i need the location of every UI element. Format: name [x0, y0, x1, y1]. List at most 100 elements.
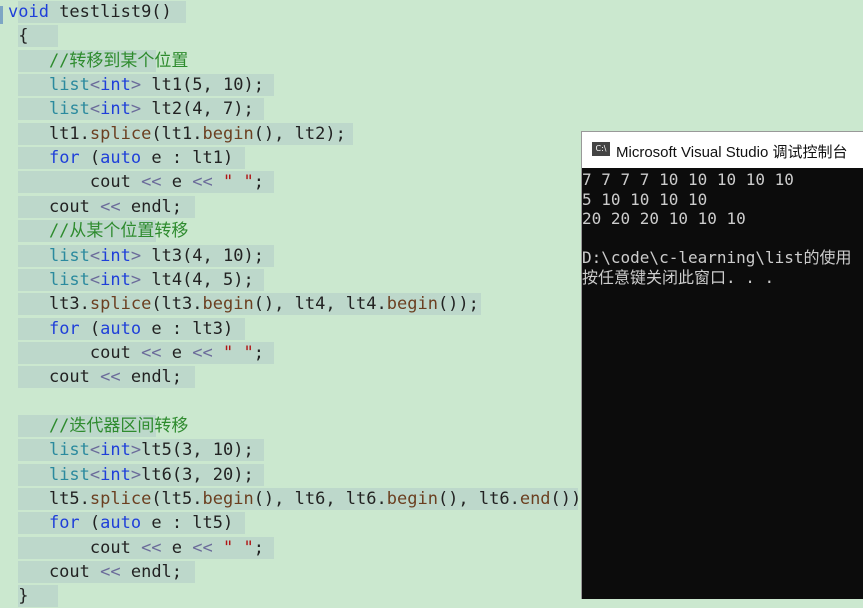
code-line[interactable]: list<int> lt3(4, 10); [8, 244, 264, 268]
code-token: << [100, 196, 121, 217]
code-token: list [48, 99, 90, 120]
code-token: lt1. [8, 123, 90, 144]
code-token: end [519, 489, 551, 509]
code-line[interactable]: cout << endl; [8, 365, 182, 389]
code-line[interactable]: cout << e << " "; [8, 341, 264, 365]
console-app-icon: C:\ [592, 142, 610, 156]
code-line[interactable]: list<int> lt2(4, 7); [8, 97, 254, 121]
code-token: e [161, 537, 193, 558]
code-token: << [141, 172, 162, 193]
code-token: (lt3. [151, 294, 203, 315]
code-token: > [130, 440, 142, 461]
code-token: int [100, 99, 131, 120]
code-line[interactable]: //迭代器区间转移 [8, 414, 188, 438]
code-token: for [48, 513, 80, 534]
code-token: (lt1. [151, 123, 203, 144]
debug-console-window[interactable]: C:\ Microsoft Visual Studio 调试控制台 7 7 7 … [581, 131, 863, 599]
console-output-line: D:\code\c-learning\list的使用 [582, 248, 852, 268]
code-token: int [100, 464, 131, 485]
code-token: { [8, 26, 29, 47]
code-token: splice [89, 123, 152, 144]
code-line[interactable]: cout << endl; [8, 195, 182, 219]
code-token: lt3(4, 10); [141, 245, 264, 266]
code-token: > [130, 75, 142, 96]
code-line[interactable]: cout << e << " "; [8, 170, 264, 194]
code-token: < [89, 440, 101, 461]
console-titlebar[interactable]: C:\ Microsoft Visual Studio 调试控制台 [582, 132, 863, 168]
code-token: list [48, 464, 90, 485]
code-line[interactable]: list<int>lt5(3, 10); [8, 438, 254, 462]
console-output-line: 7 7 7 7 10 10 10 10 10 [582, 170, 794, 189]
code-token: ; [253, 537, 264, 558]
code-line[interactable]: list<int>lt6(3, 20); [8, 463, 254, 487]
code-token: endl; [120, 562, 183, 583]
code-token: ( [79, 148, 101, 169]
code-line[interactable]: } [8, 584, 28, 608]
code-token: } [8, 586, 29, 607]
code-line[interactable]: lt5.splice(lt5.begin(), lt6, lt6.begin()… [8, 487, 592, 511]
code-token: lt5. [8, 489, 90, 509]
code-token: testlist9() [48, 2, 172, 22]
code-token: > [130, 464, 142, 485]
code-token: > [130, 269, 142, 290]
console-output-line: 5 10 10 10 10 [582, 189, 708, 209]
code-line[interactable]: cout << e << " "; [8, 536, 264, 560]
code-line[interactable]: cout << endl; [8, 560, 182, 584]
code-token: lt2(4, 7); [141, 99, 254, 120]
code-line[interactable]: list<int> lt1(5, 10); [8, 73, 264, 97]
code-line[interactable]: for (auto e : lt1) [8, 146, 233, 170]
code-token: << [192, 342, 213, 363]
code-token: cout [8, 342, 142, 363]
code-token: list [48, 75, 90, 96]
code-token: lt1(5, 10); [141, 75, 264, 96]
code-token: int [100, 245, 131, 266]
code-token: endl; [120, 196, 183, 217]
code-token: (), lt2); [253, 123, 346, 144]
code-line[interactable]: //从某个位置转移 [8, 219, 188, 243]
code-token: begin [202, 489, 254, 509]
code-token: cout [8, 537, 142, 558]
code-token: //迭代器区间转移 [8, 415, 189, 436]
code-token: e : lt5) [141, 513, 234, 534]
code-token: ( [79, 318, 101, 339]
code-line[interactable]: list<int> lt4(4, 5); [8, 268, 254, 292]
code-line[interactable]: void testlist9() [8, 0, 172, 24]
console-title: Microsoft Visual Studio 调试控制台 [616, 144, 848, 161]
code-token: lt6(3, 20); [141, 464, 254, 485]
code-token: << [192, 172, 213, 193]
code-token: (lt5. [151, 489, 203, 509]
code-token: int [100, 269, 131, 290]
code-token: splice [89, 294, 152, 315]
code-line[interactable]: lt3.splice(lt3.begin(), lt4, lt4.begin()… [8, 292, 479, 316]
code-token: << [100, 367, 121, 388]
code-line[interactable]: for (auto e : lt5) [8, 511, 233, 535]
code-line[interactable]: lt1.splice(lt1.begin(), lt2); [8, 122, 346, 146]
code-token: cout [8, 562, 101, 583]
code-token: " " [223, 342, 254, 363]
code-token: lt3. [8, 294, 90, 315]
code-token: ; [253, 342, 264, 363]
code-token: < [89, 269, 101, 290]
code-token: > [130, 99, 142, 120]
code-token: ()); [437, 294, 479, 315]
code-token: int [100, 75, 131, 96]
code-token: << [100, 562, 121, 583]
code-token: list [48, 269, 90, 290]
code-token: begin [202, 294, 254, 315]
code-line[interactable]: //转移到某个位置 [8, 49, 188, 73]
console-output-line: 20 20 20 10 10 10 [582, 209, 746, 229]
code-line[interactable]: for (auto e : lt3) [8, 317, 233, 341]
console-output[interactable]: 7 7 7 7 10 10 10 10 10 5 10 10 10 10 20 20… [582, 168, 863, 599]
code-token: for [48, 318, 80, 339]
code-token: e : lt3) [141, 318, 234, 339]
code-line[interactable]: { [8, 24, 28, 48]
code-token: ( [79, 513, 101, 534]
code-token: list [48, 440, 90, 461]
